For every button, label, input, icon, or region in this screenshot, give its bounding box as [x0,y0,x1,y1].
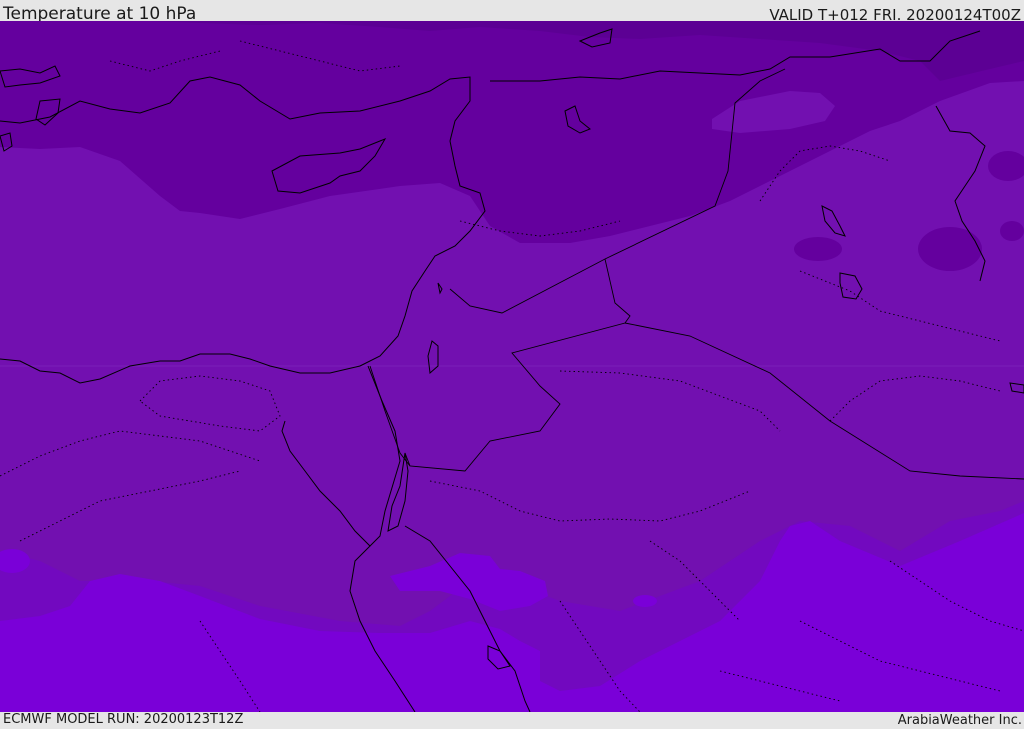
temperature-band-warm-patch [633,595,657,607]
credit-label: ArabiaWeather Inc. [897,713,1022,728]
map-figure: Temperature at 10 hPa VALID T+012 FRI. 2… [0,0,1024,729]
temperature-map [0,21,1024,712]
temperature-band-cold-pocket [918,227,982,271]
temperature-band-cold-pocket [794,237,842,261]
model-run-label: ECMWF MODEL RUN: 20200123T12Z [3,712,244,727]
temperature-band-cold-pocket [1000,221,1024,241]
